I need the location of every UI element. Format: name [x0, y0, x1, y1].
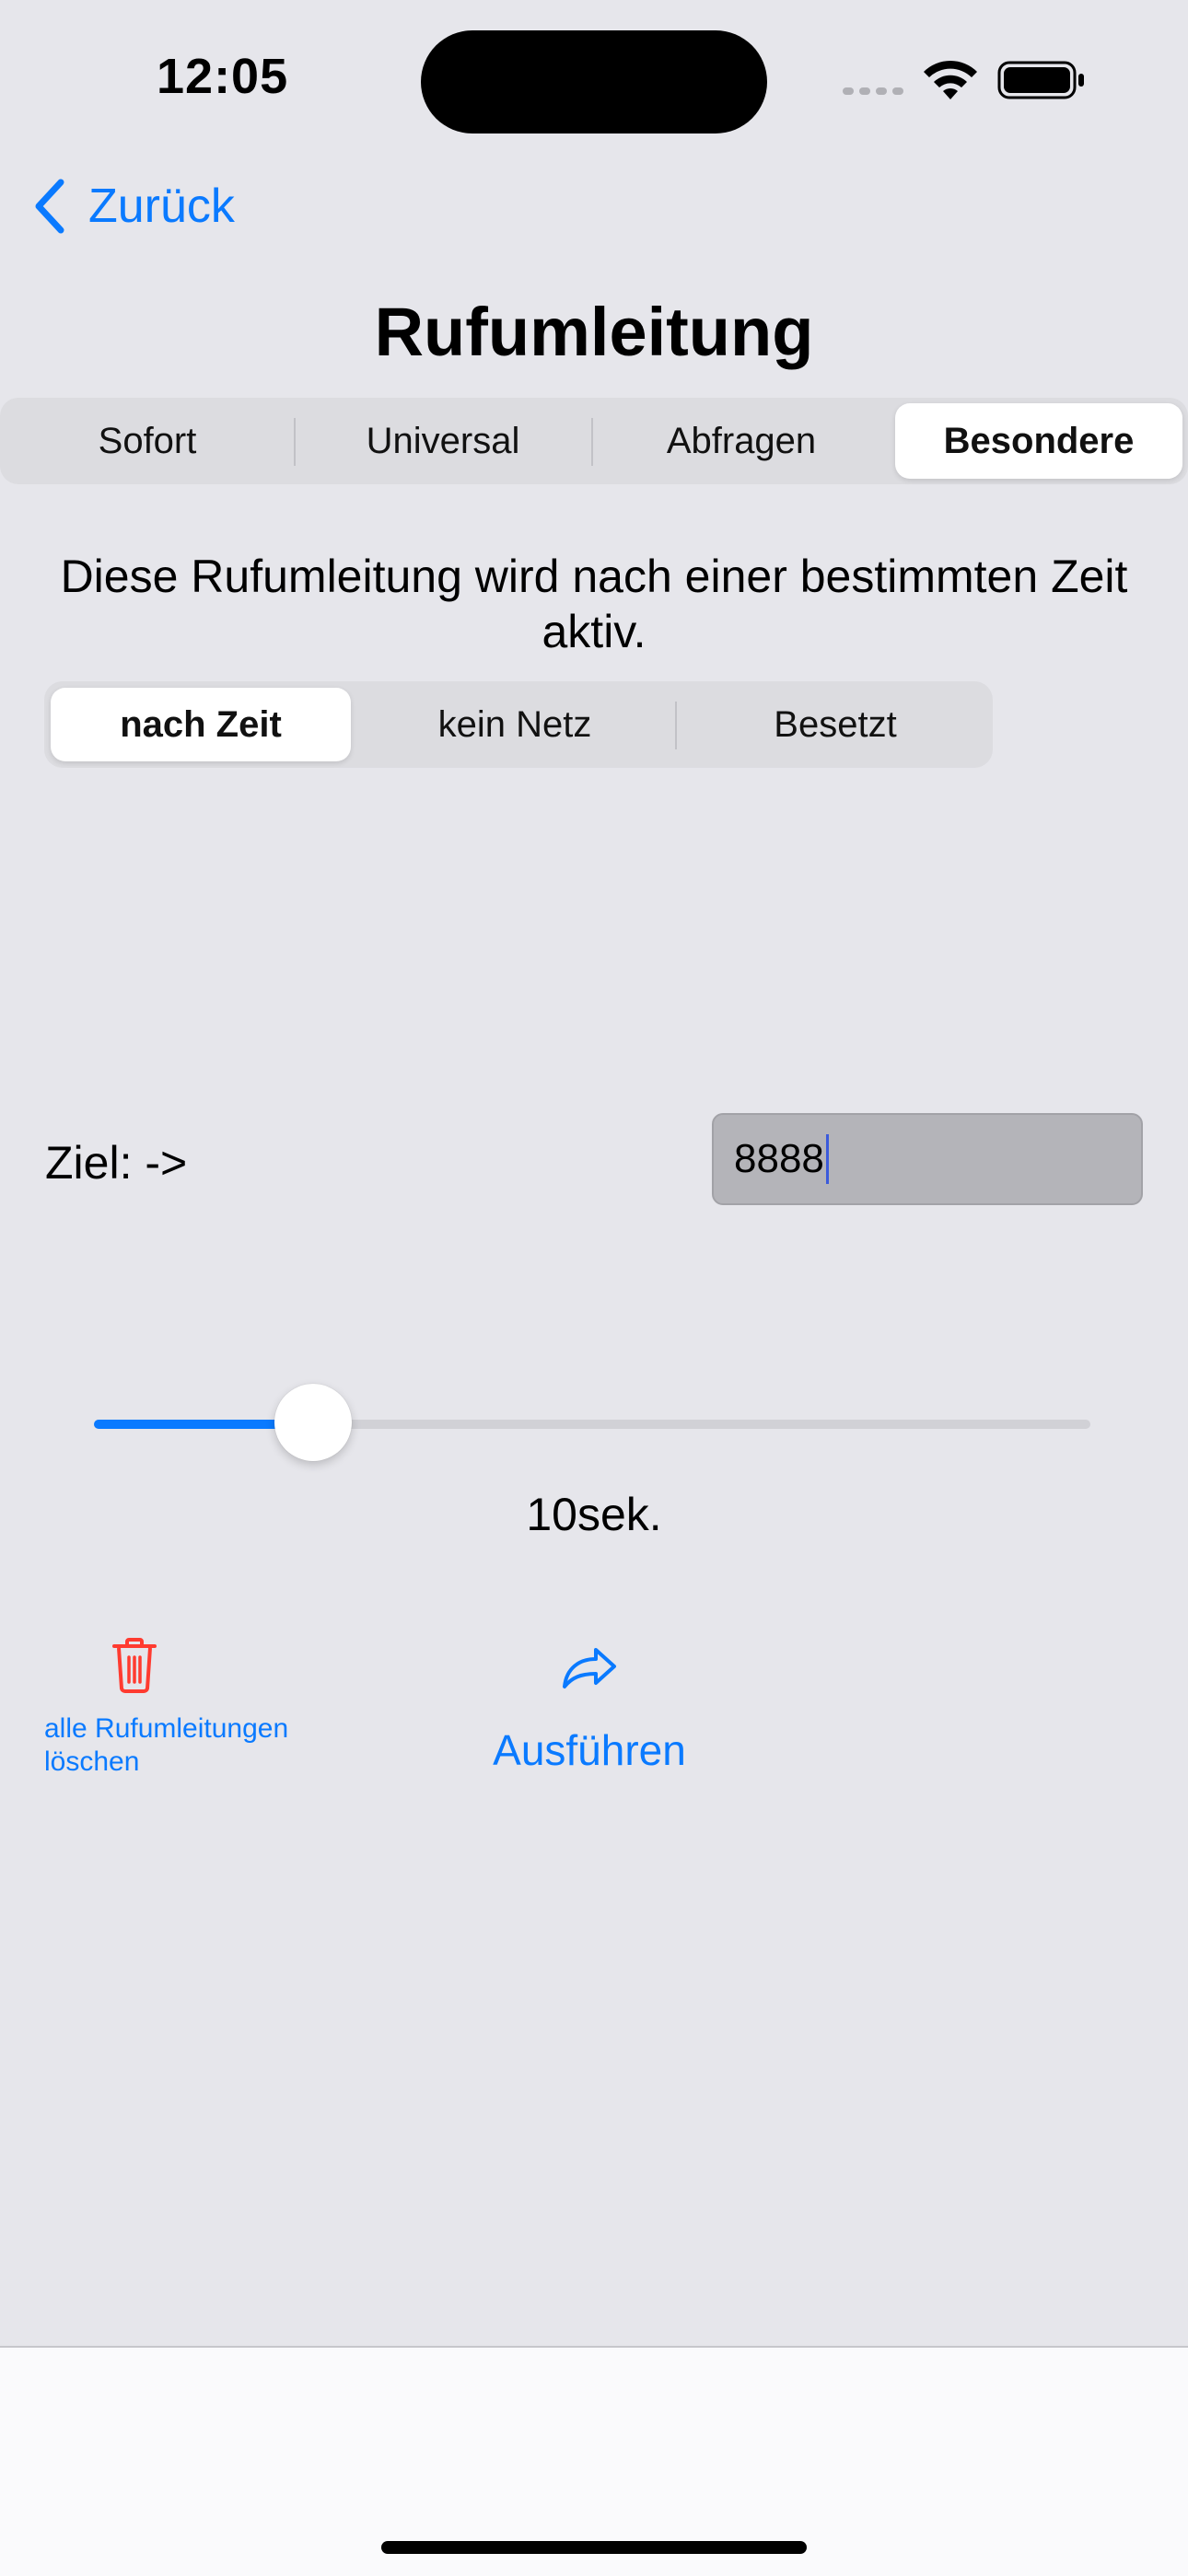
home-indicator	[381, 2541, 807, 2554]
share-arrow-icon	[563, 1648, 616, 1688]
back-button[interactable]: Zurück	[31, 177, 235, 236]
delete-all-button[interactable]: alle Rufumleitungen löschen	[44, 1637, 357, 1779]
delay-value-label: 10sek.	[526, 1489, 662, 1540]
subtab-nach-zeit[interactable]: nach Zeit	[51, 688, 351, 761]
tab-besondere[interactable]: Besondere	[895, 403, 1182, 479]
mode-description: Diese Rufumleitung wird nach einer besti…	[60, 551, 1128, 657]
execute-label: Ausführen	[493, 1726, 686, 1774]
mode-segmented-control: Sofort Universal Abfragen Besondere	[0, 398, 1188, 484]
chevron-left-icon	[35, 179, 64, 234]
page-title: Rufumleitung	[374, 294, 814, 370]
dynamic-island	[421, 30, 767, 133]
execute-button[interactable]: Ausführen	[488, 1642, 691, 1775]
battery-icon	[997, 61, 1084, 99]
tab-abfragen[interactable]: Abfragen	[592, 398, 891, 484]
tab-sofort[interactable]: Sofort	[0, 398, 295, 484]
segment-divider	[675, 702, 677, 749]
wifi-icon	[924, 60, 977, 99]
subtab-besetzt[interactable]: Besetzt	[678, 681, 993, 768]
subtab-kein-netz[interactable]: kein Netz	[357, 681, 672, 768]
back-label: Zurück	[88, 180, 235, 233]
target-number-input[interactable]: 8888	[712, 1113, 1143, 1205]
tab-universal[interactable]: Universal	[295, 398, 591, 484]
text-caret	[825, 1134, 829, 1184]
condition-segmented-control: nach Zeit kein Netz Besetzt	[44, 681, 993, 768]
cellular-signal-icon	[843, 87, 903, 95]
delay-slider-thumb[interactable]	[274, 1384, 353, 1461]
target-number-value: 8888	[734, 1136, 824, 1181]
target-label: Ziel: ->	[45, 1137, 188, 1189]
trash-icon	[112, 1638, 157, 1693]
delete-all-label: alle Rufumleitungen löschen	[44, 1713, 289, 1777]
status-time: 12:05	[157, 49, 289, 104]
